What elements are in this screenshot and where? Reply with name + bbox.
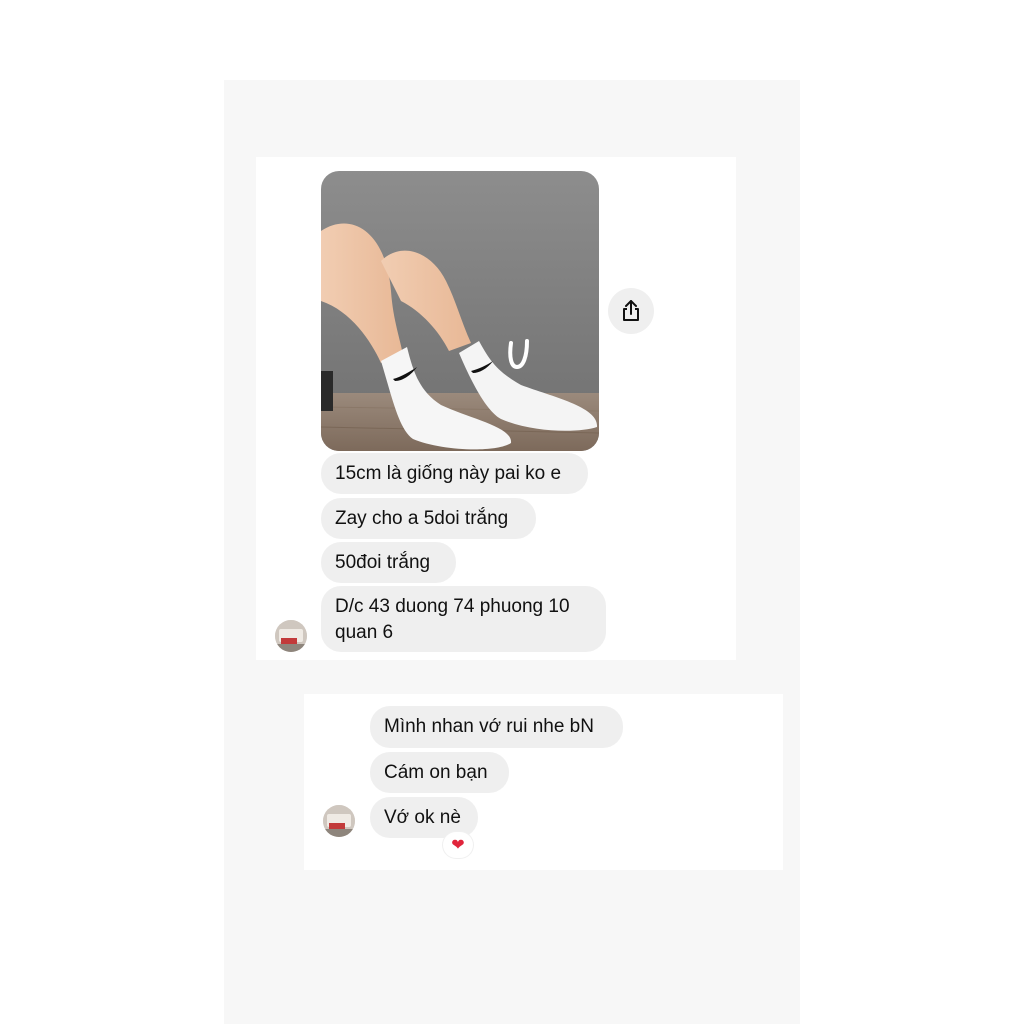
avatar-image: [275, 620, 307, 652]
message-bubble[interactable]: 15cm là giống này pai ko e: [321, 453, 588, 494]
message-bubble[interactable]: 50đoi trắng: [321, 542, 456, 583]
heart-reaction[interactable]: ❤: [443, 832, 473, 858]
avatar-image: [323, 805, 355, 837]
sender-avatar[interactable]: [323, 805, 355, 837]
message-bubble[interactable]: D/c 43 duong 74 phuong 10 quan 6: [321, 586, 606, 652]
message-text: Cám on bạn: [384, 762, 488, 783]
photo-message[interactable]: [321, 171, 599, 451]
socks-photo-image: [321, 171, 599, 451]
message-bubble[interactable]: Zay cho a 5doi trắng: [321, 498, 536, 539]
message-bubble[interactable]: Cám on bạn: [370, 752, 509, 793]
message-text: 50đoi trắng: [335, 552, 431, 573]
sender-avatar[interactable]: [275, 620, 307, 652]
heart-icon: ❤: [451, 837, 465, 854]
share-icon: [623, 300, 639, 321]
message-bubble[interactable]: Mình nhan vớ rui nhe bN: [370, 706, 623, 748]
message-text: D/c 43 duong 74 phuong 10 quan 6: [335, 596, 570, 643]
message-text: Zay cho a 5doi trắng: [335, 508, 509, 529]
message-text: Vớ ok nè: [384, 807, 461, 828]
message-text: Mình nhan vớ rui nhe bN: [384, 716, 594, 737]
message-text: 15cm là giống này pai ko e: [335, 463, 562, 484]
share-button[interactable]: [608, 288, 654, 334]
